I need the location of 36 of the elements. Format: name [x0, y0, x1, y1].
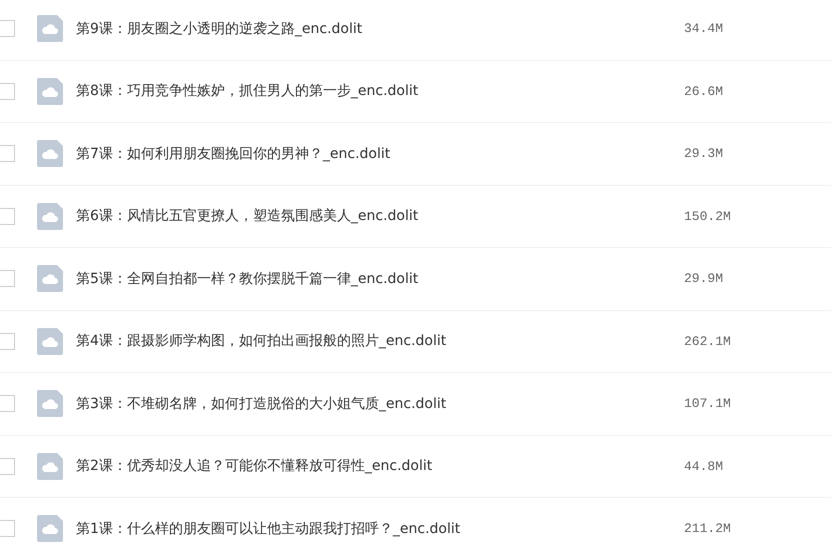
file-name[interactable]: 第5课：全网自拍都一样？教你摆脱千篇一律_enc.dolit [76, 270, 684, 288]
file-size: 26.6M [684, 84, 724, 99]
cloud-file-icon [37, 15, 63, 42]
file-size: 150.2M [684, 208, 731, 224]
file-name[interactable]: 第6课：风情比五官更撩人，塑造氛围感美人_enc.dolit [76, 207, 684, 226]
cloud-file-icon [37, 265, 63, 292]
checkbox[interactable] [0, 458, 15, 475]
cloud-file-icon [37, 202, 63, 230]
file-name[interactable]: 第3课：不堆砌名牌，如何打造脱俗的大小姐气质_enc.dolit [76, 394, 684, 413]
checkbox[interactable] [0, 20, 15, 38]
checkbox[interactable] [0, 82, 15, 100]
checkbox[interactable] [0, 145, 15, 162]
checkbox[interactable] [0, 520, 15, 538]
file-name[interactable]: 第8课：巧用竞争性嫉妒，抓住男人的第一步_enc.dolit [76, 82, 684, 100]
cloud-file-icon [37, 328, 63, 355]
checkbox[interactable] [0, 332, 15, 350]
file-name[interactable]: 第4课：跟摄影师学构图，如何拍出画报般的照片_enc.dolit [76, 332, 684, 350]
checkbox[interactable] [0, 270, 15, 288]
file-size: 29.3M [684, 146, 724, 162]
file-size: 107.1M [684, 396, 731, 412]
file-name[interactable]: 第2课：优秀却没人追？可能你不懂释放可得性_enc.dolit [76, 457, 684, 476]
file-name[interactable]: 第7课：如何利用朋友圈挽回你的男神？_enc.dolit [76, 144, 684, 163]
cloud-file-icon [37, 140, 63, 168]
file-name[interactable]: 第1课：什么样的朋友圈可以让他主动跟我打招呼？_enc.dolit [76, 520, 684, 538]
file-size: 262.1M [684, 334, 731, 349]
cloud-file-icon [37, 390, 63, 418]
checkbox[interactable] [0, 395, 15, 412]
file-size: 29.9M [684, 271, 724, 286]
cloud-file-icon [37, 515, 63, 542]
file-size: 44.8M [684, 458, 724, 474]
cloud-file-icon [37, 452, 63, 480]
file-size: 211.2M [684, 521, 731, 536]
cloud-file-icon [37, 78, 63, 105]
checkbox[interactable] [0, 208, 15, 225]
file-size: 34.4M [684, 21, 724, 36]
file-name[interactable]: 第9课：朋友圈之小透明的逆袭之路_enc.dolit [76, 20, 684, 38]
